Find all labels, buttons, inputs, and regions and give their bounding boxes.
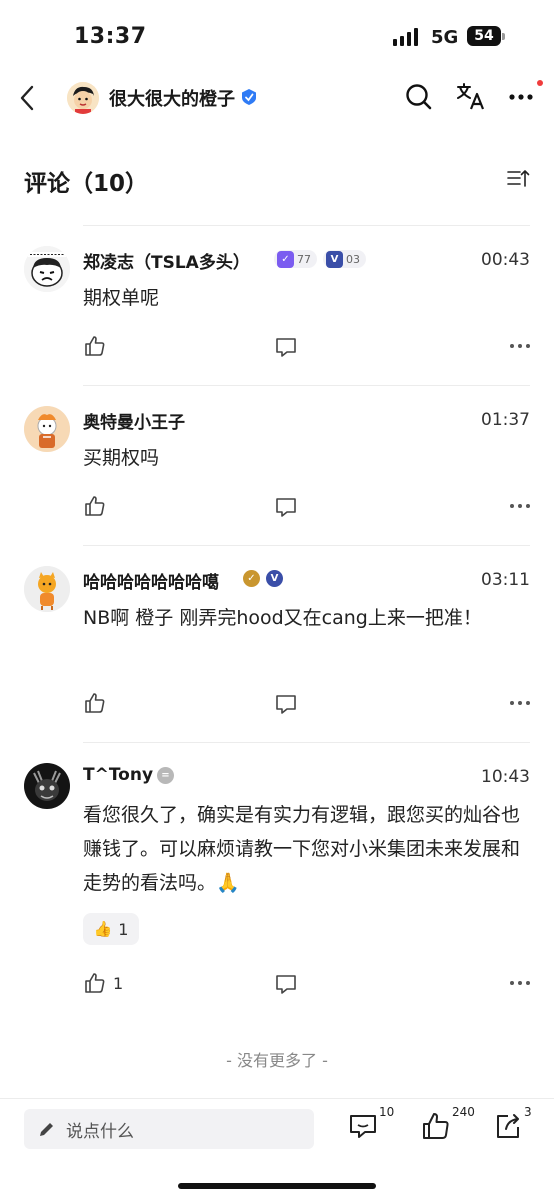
sort-icon[interactable] — [506, 166, 530, 194]
like-count: 1 — [113, 973, 124, 993]
v-badge-icon: V — [266, 570, 283, 587]
comment-item: 奥特曼小王子 01:37 买期权吗 — [0, 385, 554, 545]
like-button[interactable] — [83, 334, 113, 358]
comment-time: 10:43 — [481, 767, 530, 787]
commenter-avatar[interactable] — [24, 406, 70, 452]
commenter-name[interactable]: 郑凌志（TSLA多头） — [83, 248, 250, 273]
comment-actions — [83, 334, 530, 362]
home-indicator — [178, 1183, 376, 1189]
reaction-chip[interactable]: 👍 1 — [83, 913, 139, 945]
thumbs-up-emoji-icon: 👍 — [93, 920, 113, 938]
comment-actions — [83, 494, 530, 522]
pencil-icon — [40, 1123, 53, 1136]
thumbs-up-icon — [85, 973, 105, 993]
comments-title: 评论（10） — [24, 171, 149, 197]
author-avatar[interactable] — [67, 82, 99, 114]
comments-header: 评论（10） — [24, 158, 530, 202]
user-badges: ✓ V — [243, 570, 283, 587]
v-badge-icon: V — [326, 250, 343, 268]
verified-icon — [240, 88, 258, 110]
thumbs-up-icon — [85, 693, 105, 713]
commenter-name[interactable]: 奥特曼小王子 — [83, 408, 185, 433]
commenter-name[interactable]: T^Tony — [83, 765, 153, 785]
comment-time: 00:43 — [481, 250, 530, 270]
cellular-signal-icon — [393, 28, 418, 46]
search-icon[interactable] — [404, 82, 434, 116]
level-badge: ✓ 77 — [274, 250, 317, 268]
comment-more-icon[interactable] — [510, 981, 530, 985]
like-count-button[interactable]: 240 — [421, 1105, 475, 1145]
like-button[interactable] — [83, 494, 113, 518]
gold-badge-icon: ✓ — [243, 570, 260, 587]
comment-icon — [350, 1115, 376, 1138]
like-button[interactable]: 1 — [83, 971, 123, 995]
commenter-avatar[interactable] — [24, 246, 70, 292]
reply-icon[interactable] — [275, 693, 297, 719]
comment-count: 10 — [379, 1105, 395, 1119]
comment-more-icon[interactable] — [510, 701, 530, 705]
commenter-avatar[interactable] — [24, 763, 70, 809]
divider — [83, 385, 530, 386]
notification-dot — [537, 80, 543, 86]
grey-badge-icon: = — [157, 767, 174, 784]
share-count: 3 — [524, 1105, 532, 1119]
commenter-name[interactable]: 哈哈哈哈哈哈哈噶 — [83, 568, 219, 593]
reply-icon[interactable] — [275, 336, 297, 362]
author-name[interactable]: 很大很大的橙子 — [109, 85, 235, 111]
status-bar: 13:37 5G 54 — [0, 0, 554, 70]
battery-icon: 54 — [467, 26, 505, 46]
comment-item: T^Tony = 10:43 看您很久了，确实是有实力有逻辑，跟您买的灿谷也赚钱… — [0, 742, 554, 1012]
commenter-avatar[interactable] — [24, 566, 70, 612]
share-icon — [497, 1114, 519, 1138]
like-count: 240 — [452, 1105, 475, 1119]
user-badges: ✓ 77 V 03 — [274, 250, 366, 268]
badge-icon: ✓ — [277, 250, 294, 268]
comment-time: 03:11 — [481, 570, 530, 590]
comment-count-button[interactable]: 10 — [348, 1105, 394, 1145]
comment-input-placeholder: 说点什么 — [66, 1121, 134, 1142]
translate-icon[interactable] — [456, 82, 486, 116]
user-badges: = — [157, 767, 174, 784]
comment-actions — [83, 691, 530, 719]
comment-item: 哈哈哈哈哈哈哈噶 ✓ V 03:11 NB啊 橙子 刚弄完hood又在cang上… — [0, 545, 554, 742]
comment-input[interactable]: 说点什么 — [24, 1109, 314, 1149]
thumbs-up-icon — [85, 496, 105, 516]
reply-icon[interactable] — [275, 496, 297, 522]
comment-item: 郑凌志（TSLA多头） ✓ 77 V 03 00:43 期权单呢 — [0, 225, 554, 385]
comment-actions: 1 — [83, 971, 530, 999]
like-button[interactable] — [83, 691, 113, 715]
more-icon[interactable] — [508, 84, 534, 114]
reply-icon[interactable] — [275, 973, 297, 999]
vip-badge: V 03 — [323, 250, 366, 268]
status-time: 13:37 — [74, 24, 147, 49]
comment-time: 01:37 — [481, 410, 530, 430]
comment-text: 买期权吗 — [83, 447, 160, 469]
comment-text: 期权单呢 — [83, 287, 160, 309]
thumbs-up-icon — [423, 1113, 449, 1139]
comment-more-icon[interactable] — [510, 504, 530, 508]
divider — [83, 545, 530, 546]
divider — [83, 225, 530, 226]
divider — [83, 742, 530, 743]
no-more-footer: - 没有更多了 - — [226, 1051, 328, 1070]
network-type: 5G — [431, 27, 459, 48]
comment-more-icon[interactable] — [510, 344, 530, 348]
top-nav: 很大很大的橙子 — [0, 72, 554, 124]
share-button[interactable]: 3 — [494, 1105, 532, 1145]
thumbs-up-icon — [85, 336, 105, 356]
back-icon[interactable] — [10, 80, 44, 116]
comment-text: 看您很久了，确实是有实力有逻辑，跟您买的灿谷也赚钱了。可以麻烦请教一下您对小米集… — [83, 804, 521, 894]
comment-text: NB啊 橙子 刚弄完hood又在cang上来一把准！ — [83, 607, 482, 629]
